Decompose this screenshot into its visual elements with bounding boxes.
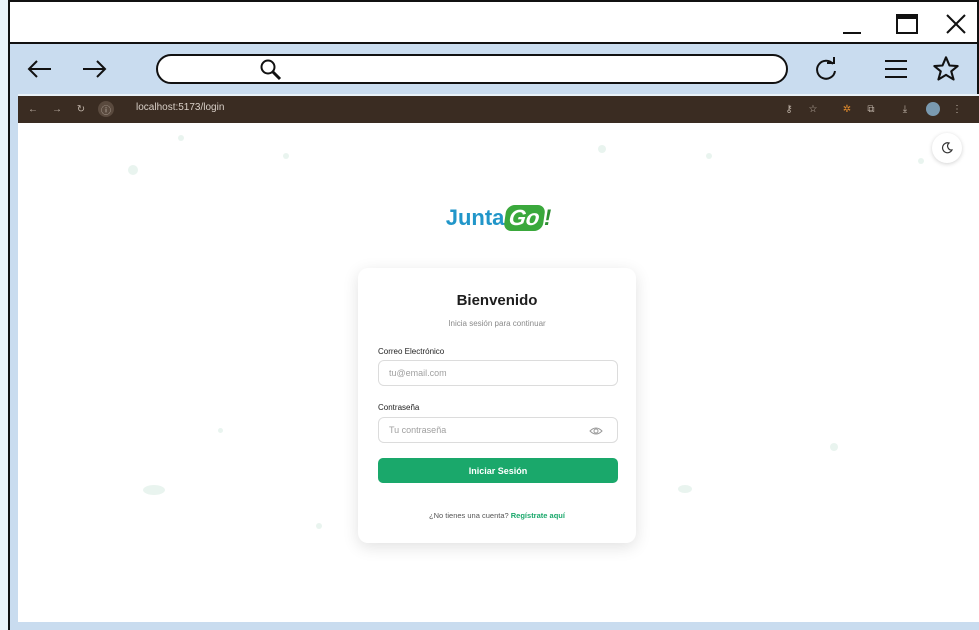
register-prompt-text: ¿No tienes una cuenta? [429,511,509,520]
background-dot [598,145,606,153]
register-prompt: ¿No tienes una cuenta? Regístrate aquí [358,511,636,520]
card-title: Bienvenido [456,292,538,309]
window-title-bar [8,0,979,44]
background-dot [678,485,692,493]
logo-text-bang: ! [543,205,552,230]
reload-icon[interactable] [808,51,844,87]
juntago-logo: Junta Go! [18,205,979,231]
inner-browser-toolbar: ← → ↻ ⓘ localhost:5173/login ⚷ ☆ ✲ ⧉ ⤓ ⋮ [18,96,979,123]
outer-toolbar [8,44,979,94]
site-info-icon[interactable]: ⓘ [98,101,114,117]
star-icon[interactable] [928,51,964,87]
background-dot [316,523,322,529]
background-dot [918,158,924,164]
password-field[interactable] [378,417,618,443]
screen: ← → ↻ ⓘ localhost:5173/login ⚷ ☆ ✲ ⧉ ⤓ ⋮… [0,0,979,630]
login-card: Bienvenido Inicia sesión para continuar … [358,268,636,543]
address-bar[interactable] [156,54,788,84]
window-bottom-edge [8,622,979,630]
login-button[interactable]: Iniciar Sesión [378,458,618,483]
bookmark-star-icon[interactable]: ☆ [806,102,820,116]
extension-icon[interactable]: ✲ [840,102,854,116]
background-dot [706,153,712,159]
background-dot [283,153,289,159]
minimize-icon[interactable] [834,6,870,42]
key-icon[interactable]: ⚷ [782,102,796,116]
logo-text-accent: Go [503,205,546,231]
puzzle-icon[interactable]: ⧉ [864,102,878,116]
more-options-icon[interactable]: ⋮ [950,102,964,116]
download-icon[interactable]: ⤓ [898,102,912,116]
background-dot [178,135,184,141]
search-icon [260,59,282,81]
password-label: Contraseña [378,403,420,412]
profile-avatar[interactable] [926,102,940,116]
close-icon[interactable] [938,6,974,42]
register-link[interactable]: Regístrate aquí [511,511,565,520]
eye-icon[interactable] [589,425,603,437]
hamburger-menu-icon[interactable] [878,51,914,87]
window-left-edge [8,94,18,622]
background-dot [830,443,838,451]
email-label: Correo Electrónico [378,347,445,356]
page-viewport: Junta Go! Bienvenido Inicia sesión para c… [18,123,979,622]
back-icon[interactable]: ← [26,102,40,116]
background-dot [143,485,165,495]
background-dot [218,428,223,433]
password-input[interactable] [379,418,617,442]
moon-icon [941,142,954,154]
background-dot [128,165,138,175]
email-input[interactable] [379,361,617,385]
email-field[interactable] [378,360,618,386]
arrow-left-icon[interactable] [22,51,58,87]
theme-toggle-button[interactable] [932,133,962,163]
arrow-right-icon[interactable] [76,51,112,87]
card-subtitle: Inicia sesión para continuar [448,319,546,328]
url-text[interactable]: localhost:5173/login [136,102,224,113]
logo-text-main: Junta [445,205,505,230]
reload-icon[interactable]: ↻ [74,102,88,116]
forward-icon[interactable]: → [50,102,64,116]
maximize-icon[interactable] [889,6,925,42]
